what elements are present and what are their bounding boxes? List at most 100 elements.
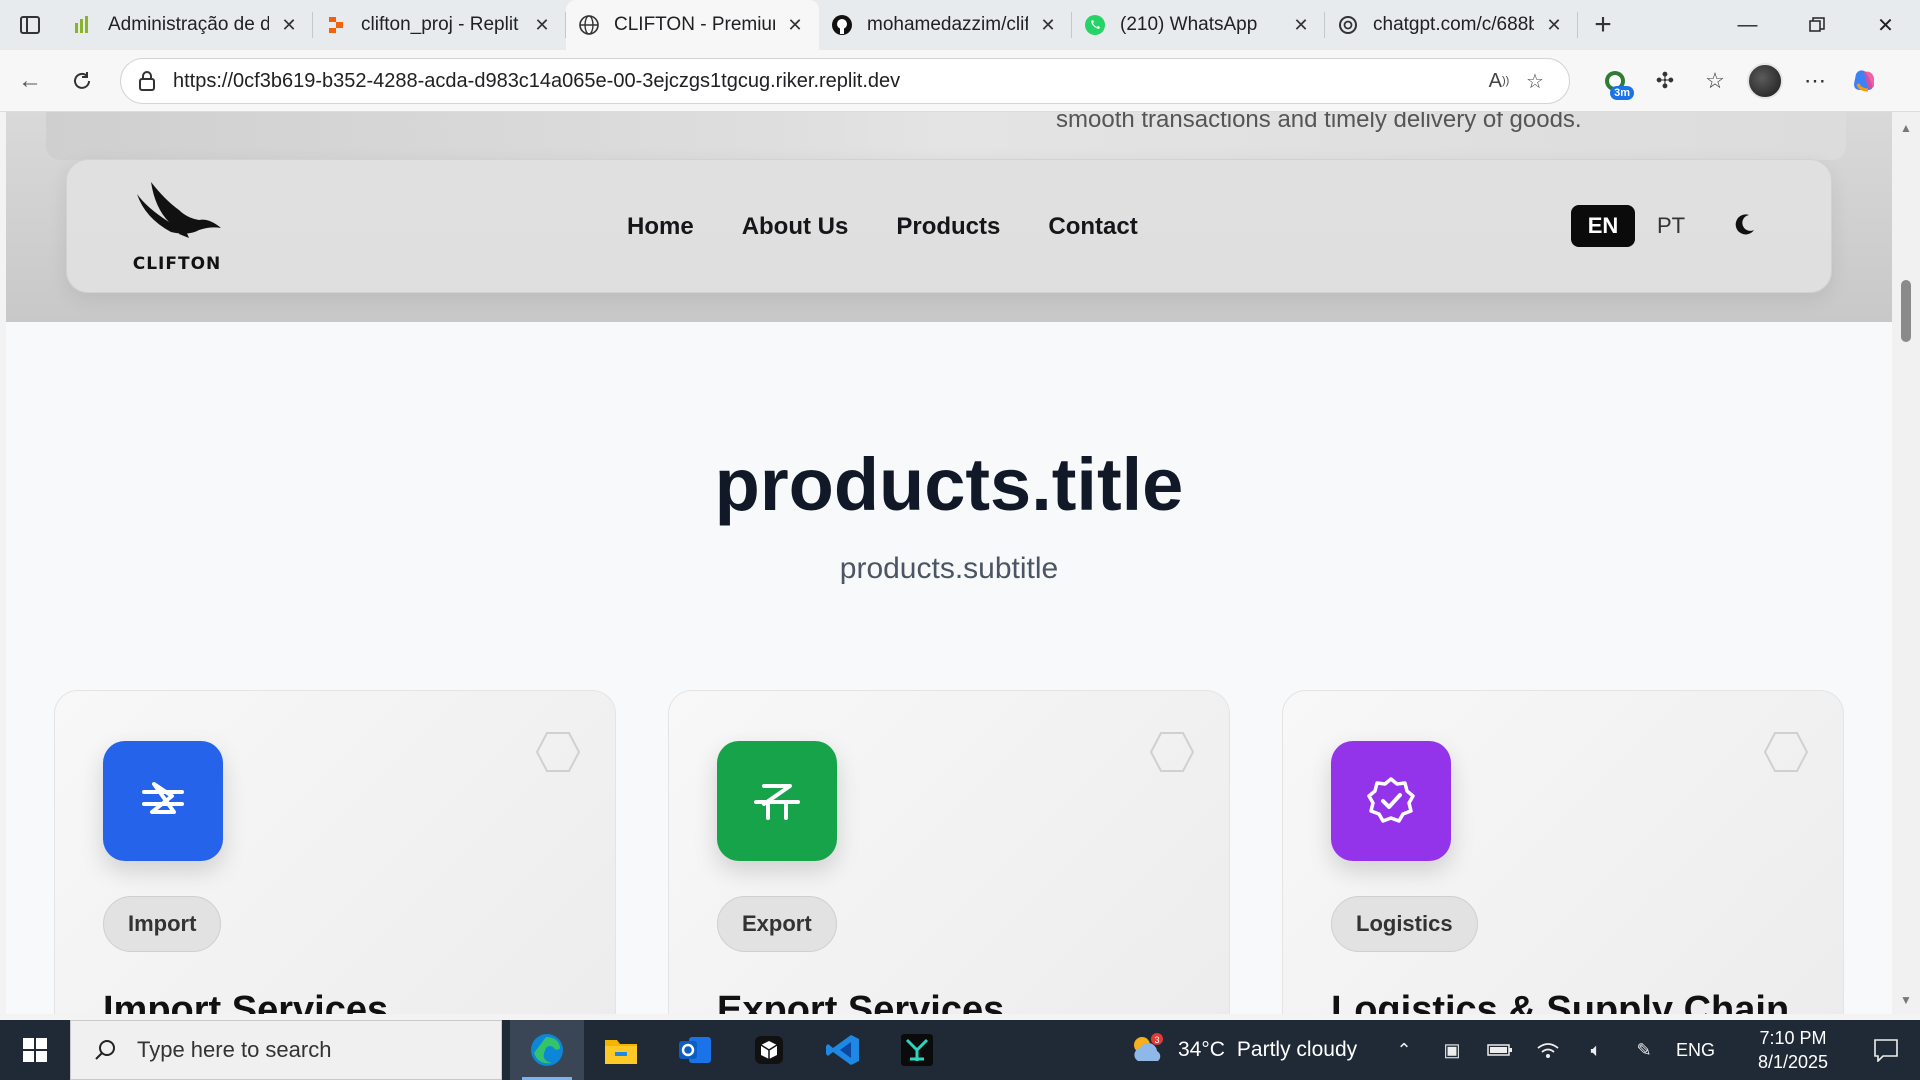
dark-mode-moon-icon[interactable]: [1731, 212, 1757, 238]
windows-taskbar: Type here to search 3 34°C Partly cloudy…: [0, 1020, 1920, 1080]
taskbar-clock[interactable]: 7:10 PM 8/1/2025: [1738, 1026, 1848, 1074]
browser-tab-2[interactable]: CLIFTON - Premium ✕: [566, 0, 819, 50]
keyboard-language[interactable]: ENG: [1676, 1040, 1726, 1061]
browser-tab-4[interactable]: (210) WhatsApp ✕: [1072, 0, 1325, 50]
favorite-star-icon[interactable]: ☆: [1517, 63, 1553, 99]
taskbar-edge[interactable]: [510, 1020, 584, 1080]
battery-button[interactable]: [1476, 1020, 1524, 1080]
replit-icon: [325, 14, 347, 36]
tab-actions-icon: [20, 16, 40, 34]
folder-icon: [605, 1040, 637, 1064]
nav-contact[interactable]: Contact: [1048, 213, 1137, 241]
taskbar-vscode[interactable]: [806, 1020, 880, 1080]
start-button[interactable]: [0, 1020, 70, 1080]
tab-title: clifton_proj - Replit: [361, 14, 519, 35]
copilot-button[interactable]: [1840, 58, 1890, 104]
volume-button[interactable]: 🔈︎: [1572, 1020, 1620, 1080]
product-card-logistics[interactable]: Logistics Logistics & Supply Chain: [1282, 690, 1844, 1014]
taskbar-apps: [510, 1020, 954, 1080]
more-menu-button[interactable]: ⋯: [1790, 58, 1840, 104]
restore-button[interactable]: [1782, 0, 1851, 50]
back-button[interactable]: ←: [8, 59, 52, 103]
nav-products[interactable]: Products: [896, 213, 1000, 241]
notification-icon: [1874, 1039, 1898, 1062]
product-card-import[interactable]: Import Import Services: [54, 690, 616, 1014]
lock-icon: [139, 71, 155, 91]
export-icon-box: [717, 741, 837, 861]
taskbar-outlook[interactable]: [658, 1020, 732, 1080]
products-subtitle: products.subtitle: [839, 552, 1059, 585]
windows-logo-icon: [23, 1038, 47, 1062]
pen-icon: ✎: [1636, 1039, 1652, 1060]
taskbar-app-teal[interactable]: [880, 1020, 954, 1080]
close-icon[interactable]: ✕: [783, 13, 807, 37]
profile-button[interactable]: [1740, 58, 1790, 104]
clifton-logo[interactable]: CLIFTON: [129, 178, 225, 278]
notification-center-button[interactable]: [1856, 1020, 1916, 1080]
browser-tab-3[interactable]: mohamedazzim/clift ✕: [819, 0, 1072, 50]
pen-button[interactable]: ✎: [1620, 1020, 1668, 1080]
weather-temperature: 34°C: [1178, 1038, 1225, 1061]
taskbar-file-explorer[interactable]: [584, 1020, 658, 1080]
card-title: Import Services: [103, 989, 389, 1014]
product-card-export[interactable]: Export Export Services: [668, 690, 1230, 1014]
taskbar-search-box[interactable]: Type here to search: [70, 1020, 502, 1080]
tab-actions-button[interactable]: [0, 0, 60, 50]
close-icon[interactable]: ✕: [1289, 13, 1313, 37]
wifi-button[interactable]: [1524, 1020, 1572, 1080]
hexagon-icon: [1763, 732, 1809, 772]
close-icon[interactable]: ✕: [530, 13, 554, 37]
taskbar-app-cube[interactable]: [732, 1020, 806, 1080]
nav-home[interactable]: Home: [627, 213, 694, 241]
browser-toolbar: ← https://0cf3b619-b352-4288-acda-d983c1…: [0, 50, 1920, 112]
browser-tab-5[interactable]: chatgpt.com/c/688b ✕: [1325, 0, 1578, 50]
read-aloud-icon[interactable]: A)): [1481, 63, 1517, 99]
taskbar-weather[interactable]: 3 34°C Partly cloudy: [1128, 1020, 1357, 1080]
tab-title: (210) WhatsApp: [1120, 14, 1258, 35]
scroll-down-icon[interactable]: ▼: [1892, 990, 1920, 1010]
card-title: Logistics & Supply Chain: [1331, 989, 1790, 1014]
scrollbar-thumb[interactable]: [1901, 280, 1911, 342]
teal-app-icon: [901, 1034, 933, 1066]
page-scrollbar[interactable]: ▲ ▼: [1892, 112, 1920, 1014]
close-icon[interactable]: ✕: [277, 13, 301, 37]
address-bar[interactable]: https://0cf3b619-b352-4288-acda-d983c14a…: [120, 58, 1570, 104]
favorites-button[interactable]: ☆: [1690, 58, 1740, 104]
browser-tab-0[interactable]: Administração de do ✕: [60, 0, 313, 50]
lang-pt-button[interactable]: PT: [1657, 213, 1685, 239]
tab-title: CLIFTON - Premium: [614, 14, 775, 35]
chevron-up-icon: ⌃: [1396, 1039, 1412, 1060]
close-icon[interactable]: ✕: [1542, 13, 1566, 37]
url-text: https://0cf3b619-b352-4288-acda-d983c14a…: [173, 69, 901, 92]
browser-tab-1[interactable]: clifton_proj - Replit ✕: [313, 0, 566, 50]
tray-device-button[interactable]: ▣: [1428, 1020, 1476, 1080]
minimize-button[interactable]: —: [1713, 0, 1782, 50]
page-viewport: smooth transactions and timely delivery …: [6, 112, 1892, 1014]
lang-en-button[interactable]: EN: [1571, 205, 1635, 247]
hexagon-icon: [535, 732, 581, 772]
battery-icon: [1487, 1044, 1512, 1056]
close-window-button[interactable]: ✕: [1851, 0, 1920, 50]
extension-timer-button[interactable]: 3m: [1590, 58, 1640, 104]
eagle-logo-icon: [137, 182, 221, 238]
clock-time: 7:10 PM: [1759, 1028, 1827, 1048]
clock-date: 8/1/2025: [1757, 1052, 1829, 1072]
nav-about-us[interactable]: About Us: [742, 213, 849, 241]
tray-overflow-button[interactable]: ⌃: [1380, 1020, 1428, 1080]
card-tag: Import: [103, 896, 222, 952]
site-nav: Home About Us Products Contact: [627, 160, 1138, 294]
system-tray: ⌃ ▣ 🔈︎ ✎ ENG: [1380, 1020, 1726, 1080]
search-placeholder: Type here to search: [137, 1037, 332, 1062]
refresh-button[interactable]: [60, 59, 104, 103]
arrow-left-icon: ←: [18, 66, 42, 94]
globe-icon: [578, 14, 600, 36]
card-title: Export Services: [717, 989, 1005, 1014]
new-tab-button[interactable]: +: [1578, 0, 1628, 50]
wifi-icon: [1537, 1043, 1559, 1058]
favorites-icon: ☆: [1705, 68, 1725, 93]
extensions-button[interactable]: ✣: [1640, 58, 1690, 104]
scroll-up-icon[interactable]: ▲: [1892, 118, 1920, 138]
plus-icon: +: [1594, 8, 1612, 41]
search-icon: [95, 1040, 115, 1060]
close-icon[interactable]: ✕: [1036, 13, 1060, 37]
